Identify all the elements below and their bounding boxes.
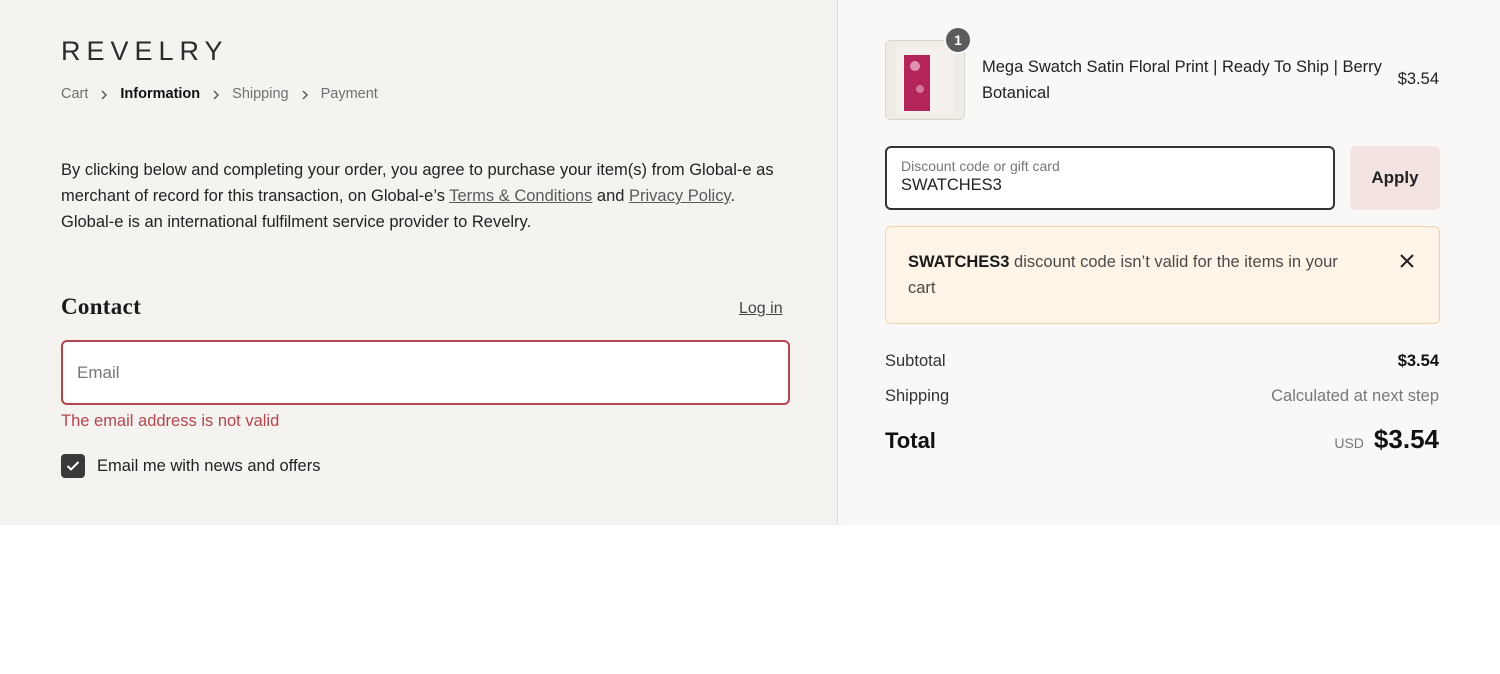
discount-error-alert: SWATCHES3 discount code isn’t valid for … [885, 226, 1440, 324]
contact-heading: Contact [61, 294, 142, 319]
breadcrumb-shipping: Shipping [232, 86, 289, 102]
product-name: Mega Swatch Satin Floral Print | Ready T… [982, 58, 1382, 102]
currency-code: USD [1334, 435, 1364, 451]
chevron-right-icon [100, 90, 108, 100]
breadcrumb-cart[interactable]: Cart [61, 86, 88, 102]
discount-code-value[interactable]: SWATCHES3 [901, 176, 1319, 195]
email-error-message: The email address is not valid [61, 412, 280, 430]
notice-text-middle: and [592, 187, 630, 205]
subtotal-value: $3.54 [1397, 352, 1439, 370]
breadcrumb-payment: Payment [320, 86, 378, 102]
terms-link[interactable]: Terms & Conditions [449, 187, 592, 205]
shipping-value: Calculated at next step [1271, 387, 1439, 405]
total-label: Total [885, 428, 936, 453]
quantity-badge: 1 [944, 26, 972, 54]
newsletter-label: Email me with news and offers [97, 456, 321, 475]
subtotal-label: Subtotal [885, 352, 946, 370]
checkout-main-pane: REVELRY Cart Information Shipping Paymen… [0, 0, 837, 525]
newsletter-option[interactable]: Email me with news and offers [61, 454, 320, 478]
merchant-notice: By clicking below and completing your or… [61, 157, 781, 235]
shipping-row: Shipping Calculated at next step [885, 387, 1439, 406]
newsletter-checkbox[interactable] [61, 454, 85, 478]
shipping-label: Shipping [885, 387, 950, 405]
close-icon[interactable] [1397, 251, 1417, 271]
login-link[interactable]: Log in [739, 300, 783, 318]
total-value: $3.54 [1373, 424, 1439, 454]
product-price: $3.54 [1397, 70, 1439, 88]
discount-code-field[interactable]: Discount code or gift card SWATCHES3 [885, 146, 1335, 210]
privacy-link[interactable]: Privacy Policy [629, 187, 730, 205]
checkmark-icon [66, 461, 80, 471]
email-field[interactable] [61, 340, 790, 405]
breadcrumb: Cart Information Shipping Payment [61, 86, 378, 102]
discount-field-label: Discount code or gift card [901, 158, 1060, 174]
chevron-right-icon [301, 90, 309, 100]
total-row: Total USD $3.54 [885, 424, 1439, 455]
brand-logo[interactable]: REVELRY [61, 36, 229, 67]
order-line-item: 1 Mega Swatch Satin Floral Print | Ready… [885, 26, 1439, 120]
subtotal-row: Subtotal $3.54 [885, 352, 1439, 371]
alert-message: SWATCHES3 discount code isn’t valid for … [908, 249, 1348, 301]
apply-discount-button[interactable]: Apply [1350, 146, 1440, 210]
breadcrumb-information: Information [120, 86, 201, 102]
alert-discount-code: SWATCHES3 [908, 253, 1010, 271]
chevron-right-icon [212, 90, 220, 100]
total-amount: USD $3.54 [1334, 424, 1439, 455]
